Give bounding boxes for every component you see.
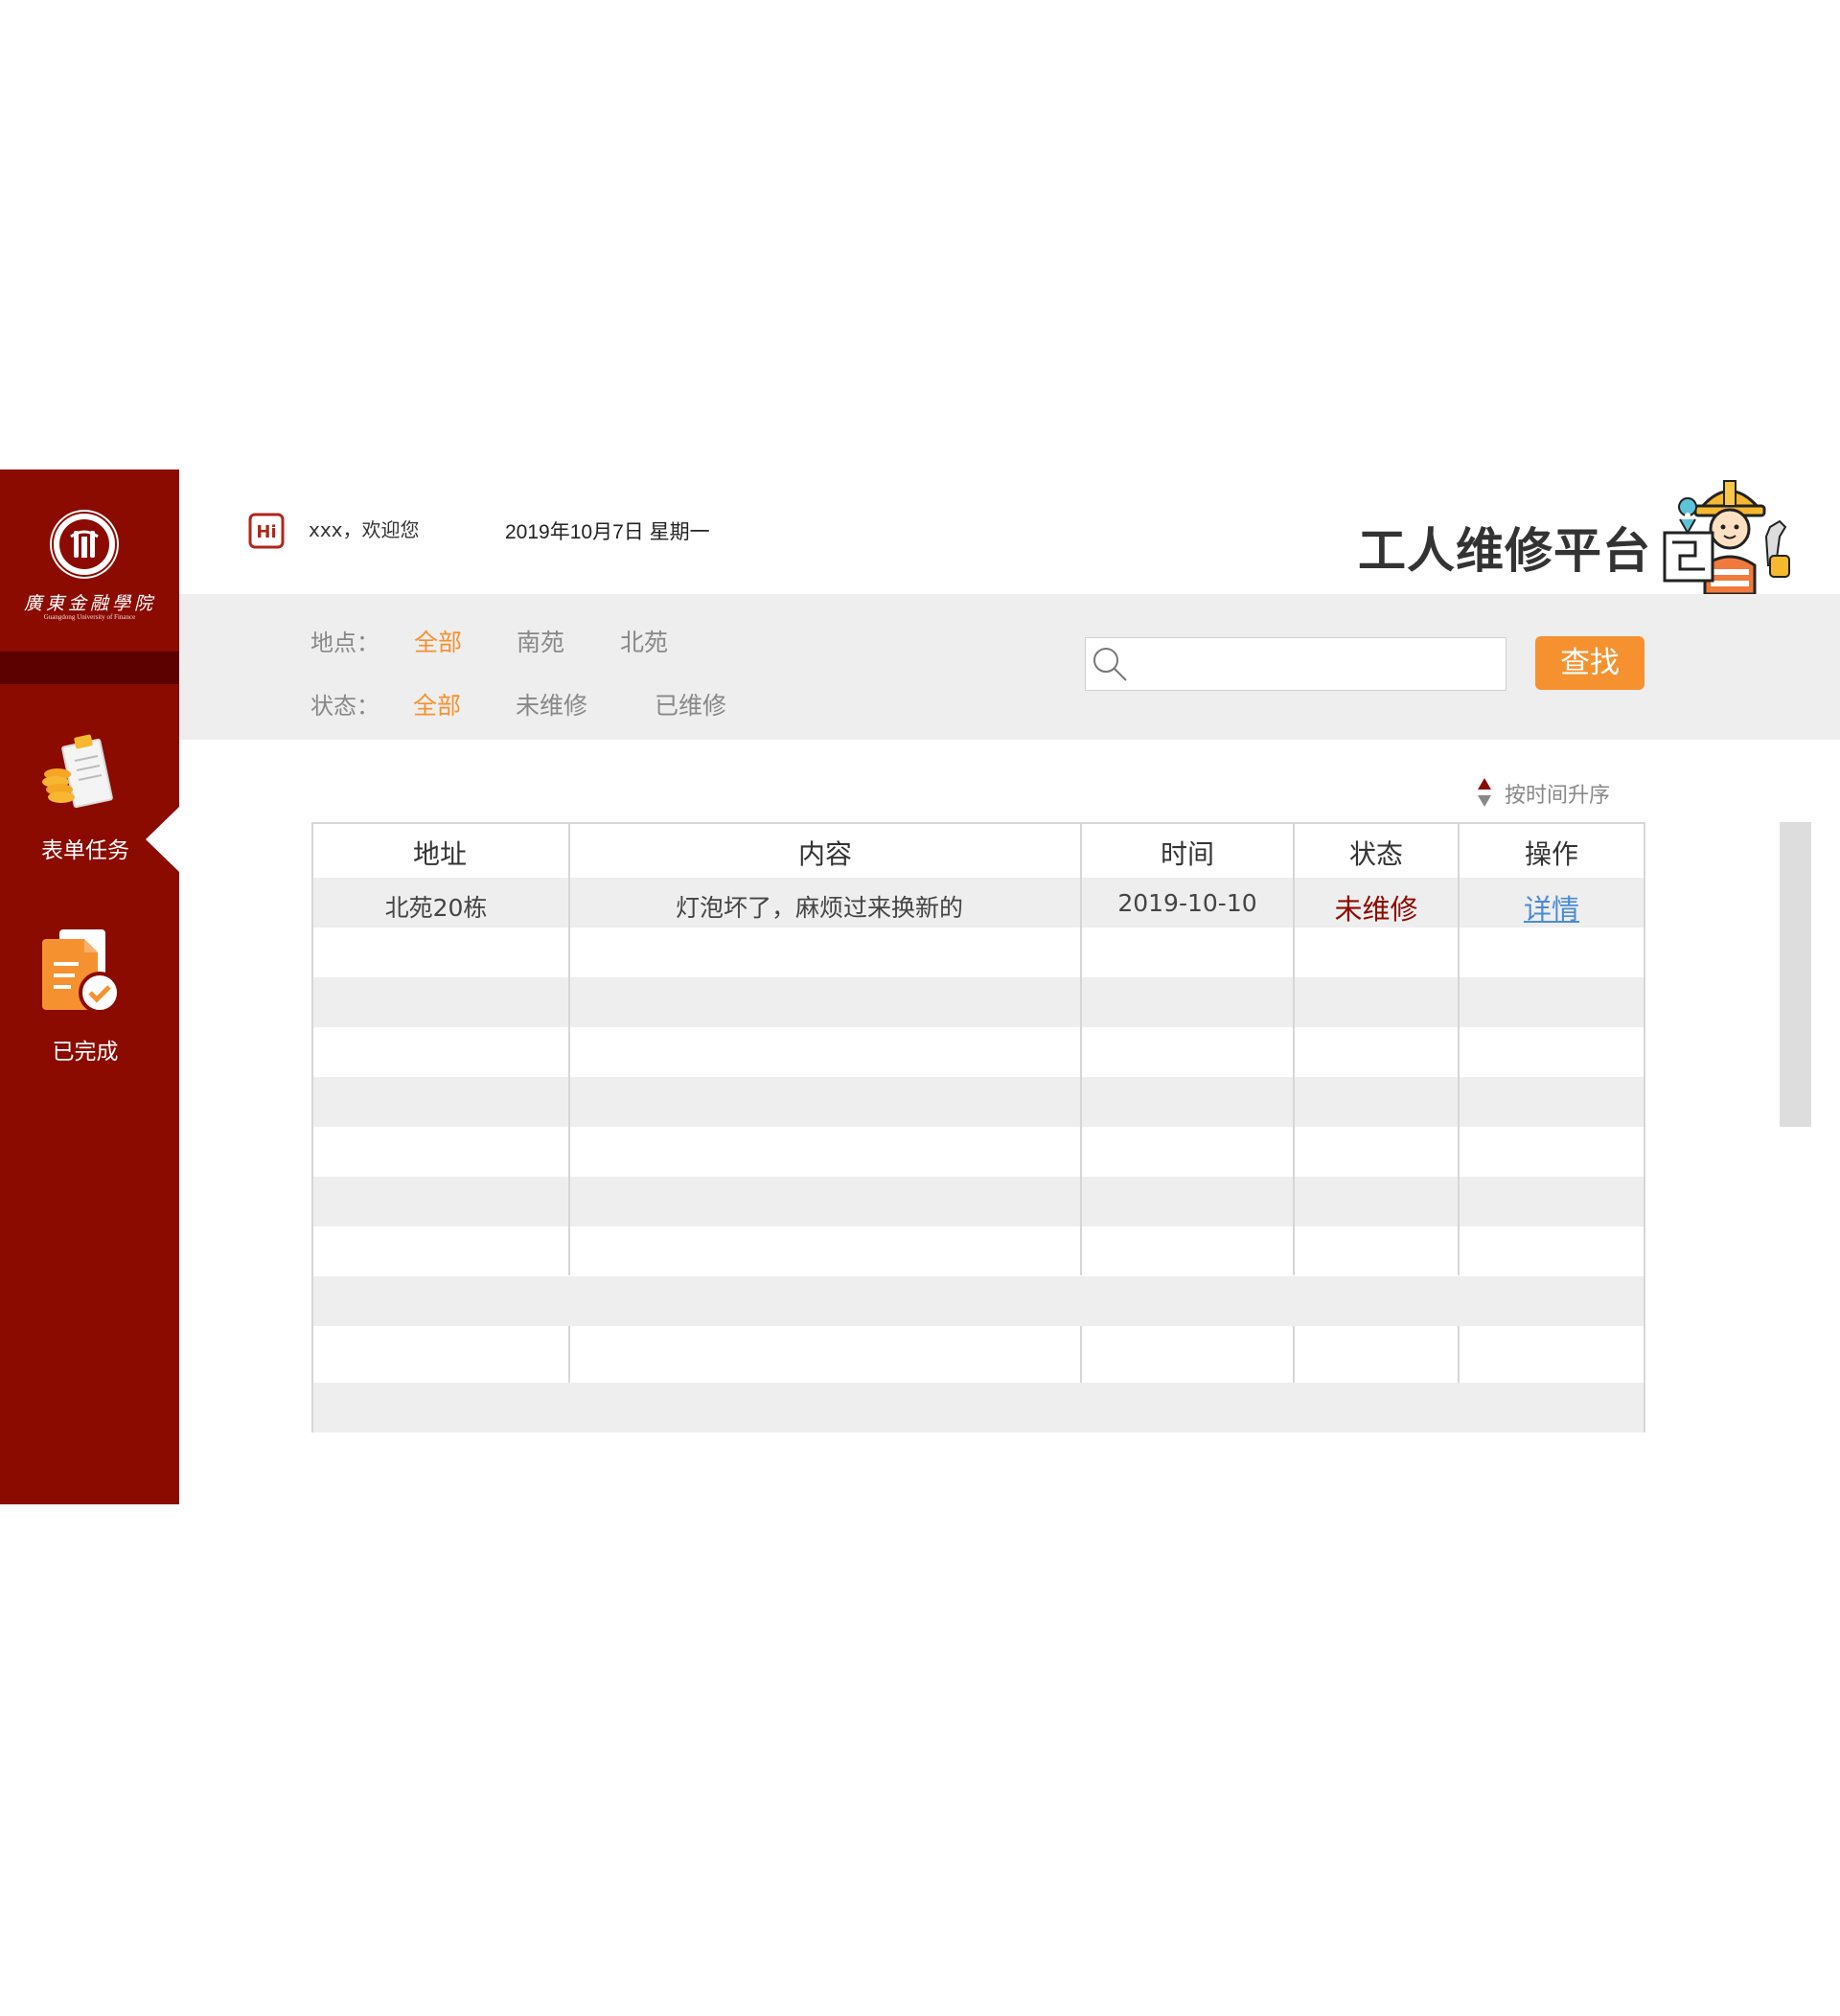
cell-content: 灯泡坏了，麻烦过来换新的 xyxy=(675,894,963,922)
column-divider xyxy=(1458,1326,1460,1383)
hi-badge-text: Hi xyxy=(256,522,276,542)
status-badge: 未维修 xyxy=(1334,893,1418,926)
table-row-empty xyxy=(311,1177,1644,1226)
location-option-all[interactable]: 全部 xyxy=(414,624,462,658)
app-window: 廣東金融學院 Guangdong University of Finance 表… xyxy=(0,470,1840,1504)
status-option-unrepaired[interactable]: 未维修 xyxy=(516,687,587,722)
cell-time: 2019-10-10 xyxy=(1117,889,1257,917)
current-date: 2019年10月7日 星期一 xyxy=(505,521,710,543)
sidebar-divider xyxy=(0,652,179,684)
sidebar-item-completed[interactable]: 已完成 xyxy=(0,929,179,1073)
sort-arrows-icon xyxy=(1478,778,1491,807)
column-divider xyxy=(568,1326,570,1383)
search-button[interactable]: 查找 xyxy=(1535,636,1644,690)
table-row-empty xyxy=(311,977,1644,1027)
filter-bar: 地点： 全部 南苑 北苑 状态： 全部 未维修 已维修 查找 xyxy=(179,594,1840,740)
page-title: 工人维修平台 xyxy=(1358,523,1651,579)
status-filter-label: 状态： xyxy=(310,693,380,720)
column-header-action: 操作 xyxy=(1524,838,1578,870)
column-header-address: 地址 xyxy=(412,838,467,870)
column-header-content: 内容 xyxy=(797,838,852,870)
sidebar-item-label: 已完成 xyxy=(52,1040,119,1065)
table-row-empty xyxy=(311,1276,1644,1326)
status-option-repaired[interactable]: 已维修 xyxy=(655,687,726,722)
location-option-nanyuan[interactable]: 南苑 xyxy=(517,624,564,658)
hi-greeting-icon: Hi xyxy=(248,513,285,549)
welcome-message: xxx，欢迎您 xyxy=(309,518,420,541)
status-option-all[interactable]: 全部 xyxy=(413,687,461,722)
column-divider xyxy=(1293,1326,1295,1383)
table-row-empty xyxy=(311,1383,1644,1432)
column-divider xyxy=(1080,1326,1082,1383)
clipboard-coins-icon xyxy=(42,734,113,809)
column-header-status: 状态 xyxy=(1348,838,1403,870)
table-border-right xyxy=(1644,822,1645,1432)
vertical-scrollbar[interactable] xyxy=(1780,822,1811,1127)
university-logo: 廣東金融學院 Guangdong University of Finance xyxy=(0,470,179,652)
column-header-time: 时间 xyxy=(1160,838,1214,870)
header: Hi xxx，欢迎您 2019年10月7日 星期一 工人维修平台 xyxy=(179,470,1840,594)
search-icon xyxy=(1093,648,1127,681)
table-border-top xyxy=(311,822,1645,824)
tasks-table: 地址 内容 时间 状态 操作 北苑20栋 灯泡坏了，麻烦过来换新的 2019-1… xyxy=(311,822,1645,1432)
table-row-empty xyxy=(311,1077,1644,1127)
sort-label: 按时间升序 xyxy=(1505,784,1611,808)
worker-mascot-icon xyxy=(1663,480,1790,594)
university-name: 廣東金融學院 xyxy=(23,593,156,614)
search-input[interactable] xyxy=(1136,646,1502,684)
cell-address: 北苑20栋 xyxy=(384,894,488,922)
active-indicator xyxy=(146,807,179,872)
search-box xyxy=(1085,637,1506,691)
location-filter-label: 地点： xyxy=(310,630,380,656)
document-check-icon xyxy=(42,929,121,1014)
details-link[interactable]: 详情 xyxy=(1460,887,1644,926)
university-emblem-icon xyxy=(50,510,119,579)
university-subtitle: Guangdong University of Finance xyxy=(43,613,136,621)
sidebar: 廣東金融學院 Guangdong University of Finance 表… xyxy=(0,470,179,1504)
location-option-beiyuan[interactable]: 北苑 xyxy=(620,624,668,658)
